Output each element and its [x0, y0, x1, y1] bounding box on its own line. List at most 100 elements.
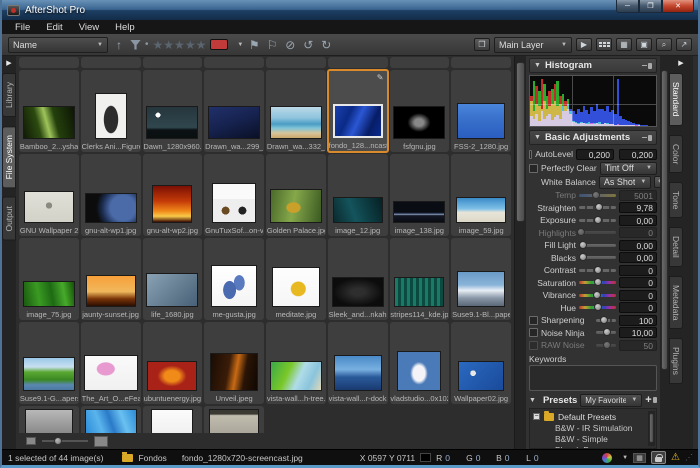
autolevel-value-2[interactable]: 0,200 — [619, 149, 657, 160]
thumbnail-cell[interactable]: Drawn_wa...299_.jpg — [204, 70, 264, 152]
collapse-right-panel-icon[interactable]: ▶ — [678, 59, 683, 67]
noise-ninja-checkbox[interactable] — [529, 328, 538, 337]
slider-knob[interactable] — [593, 291, 601, 299]
thumbnail-cell[interactable]: image_12.jpg — [328, 154, 388, 236]
thumbnail-cell[interactable]: gnu-alt-wp1.jpg — [81, 154, 141, 236]
preset-folder-row[interactable]: − Default Presets — [533, 411, 653, 423]
flag-reject-icon[interactable]: ⚐ — [265, 39, 279, 51]
thumbnail-cell[interactable]: vista-wall...h-tree.jpg — [266, 322, 326, 404]
thumbnail-cell[interactable]: Dawn_1280x960.jpg — [143, 70, 203, 152]
image-view-icon[interactable]: ▣ — [636, 38, 652, 51]
slider-knob[interactable] — [595, 203, 603, 211]
fullscreen-icon[interactable]: ↗ — [676, 38, 692, 51]
histogram-header[interactable]: ▼ Histogram — [529, 58, 657, 73]
presets-scrollbar-thumb[interactable] — [649, 413, 654, 443]
keywords-input[interactable] — [529, 365, 657, 391]
thumbnail-cell[interactable]: Clerks Ani...Figure.jpg — [81, 70, 141, 152]
browse-view-icon[interactable]: ▦ — [616, 38, 632, 51]
add-preset-button[interactable]: + — [645, 394, 651, 406]
browser-scrollbar-thumb[interactable] — [516, 62, 525, 222]
thumbnail-cell[interactable]: Drawn_wa...332_.jpg — [266, 70, 326, 152]
slider-knob[interactable] — [594, 303, 602, 311]
panel-scrollbar-thumb[interactable] — [661, 70, 668, 370]
thumbnail-cell[interactable] — [81, 406, 141, 433]
slideshow-icon[interactable]: ▶ — [576, 38, 592, 51]
fill-light-slider[interactable] — [579, 244, 616, 247]
thumbnail-cell[interactable]: image_138.jpg — [390, 154, 450, 236]
white-balance-dropdown[interactable]: As Shot ▼ — [599, 176, 651, 189]
label-color-swatch[interactable] — [210, 39, 228, 50]
noise-ninja-slider[interactable] — [596, 331, 616, 334]
thumbnail-view-icon[interactable] — [596, 38, 612, 51]
rotate-left-icon[interactable]: ↺ — [301, 39, 315, 51]
thumbnail-cell[interactable] — [204, 57, 264, 68]
dual-display-icon[interactable]: ▦ — [633, 453, 646, 463]
thumbnail-cell[interactable]: me-gusta.jpg — [204, 238, 264, 320]
saturation-slider[interactable] — [579, 281, 616, 284]
copy-settings-icon[interactable]: ❐ — [474, 38, 490, 51]
pin-icon[interactable] — [642, 62, 652, 70]
thumbnail-cell[interactable]: The_Art_O...eFear.jpg — [81, 322, 141, 404]
browser-scrollbar[interactable] — [514, 56, 526, 449]
thumbnail-cell[interactable] — [19, 406, 79, 433]
warning-icon[interactable]: ⚠ — [671, 452, 680, 463]
hue-value[interactable]: 0 — [619, 302, 657, 313]
sidebar-tab-file-system[interactable]: File System — [2, 126, 16, 188]
sharpening-checkbox[interactable] — [529, 316, 538, 325]
thumbnail-cell[interactable]: Sleek_and...nkahn.jpg — [328, 238, 388, 320]
slider-knob[interactable] — [594, 266, 602, 274]
rating-star-icon[interactable]: ★ — [153, 38, 164, 52]
saturation-value[interactable]: 0 — [619, 277, 657, 288]
menu-item-edit[interactable]: Edit — [39, 21, 69, 34]
color-management-icon[interactable] — [602, 453, 612, 463]
straighten-value[interactable]: 9,78 — [619, 202, 657, 213]
thumbnail-cell[interactable]: vladstudio...0x1024.jpg — [390, 322, 450, 404]
sharpening-slider[interactable] — [596, 319, 616, 322]
rating-star-icon[interactable]: ★ — [196, 38, 207, 52]
highlights-slider[interactable] — [579, 231, 616, 234]
noise-ninja-value[interactable]: 10,00 — [619, 327, 657, 338]
basic-adjustments-header[interactable]: ▼ Basic Adjustments — [529, 130, 657, 145]
chevron-down-icon[interactable]: ▼ — [622, 455, 628, 461]
preset-item[interactable]: B&W - IR Simulation — [533, 423, 653, 434]
thumbnail-cell[interactable]: ubuntuenergy.jpg — [143, 322, 203, 404]
collapse-triangle-icon[interactable]: ▼ — [534, 134, 541, 141]
thumbnail-cell[interactable] — [266, 57, 326, 68]
menu-item-help[interactable]: Help — [108, 21, 142, 34]
pin-icon[interactable] — [642, 134, 652, 142]
thumbnail-cell[interactable]: Unveil.jpeg — [204, 322, 264, 404]
maximize-button[interactable]: ❐ — [639, 0, 662, 13]
slider-knob[interactable] — [603, 341, 611, 349]
slider-knob[interactable] — [600, 316, 608, 324]
rating-star-icon[interactable]: ★ — [185, 38, 196, 52]
menu-item-file[interactable]: File — [8, 21, 37, 34]
sidebar-tab-output[interactable]: Output — [2, 197, 16, 241]
collapse-triangle-icon[interactable]: ▼ — [529, 397, 536, 404]
slider-knob[interactable] — [603, 328, 611, 336]
contrast-slider[interactable] — [579, 269, 616, 272]
slider-knob[interactable] — [577, 228, 585, 236]
menu-item-view[interactable]: View — [72, 21, 106, 34]
panel-tab-plugins[interactable]: Plugins — [669, 338, 683, 384]
sharpening-value[interactable]: 100 — [619, 315, 657, 326]
thumbnail-cell[interactable] — [451, 57, 511, 68]
rating-star-icon[interactable]: ★ — [174, 38, 185, 52]
thumbnail-cell[interactable]: Bamboo_2...ysha.jpg — [19, 70, 79, 152]
pin-icon[interactable] — [655, 396, 657, 404]
vibrance-slider[interactable] — [579, 294, 616, 297]
thumbnail-cell[interactable]: image_75.jpg — [19, 238, 79, 320]
panel-tab-metadata[interactable]: Metadata — [669, 276, 683, 329]
thumbnail-cell[interactable]: Suse9.1-Bl...papers.jpg — [451, 238, 511, 320]
tree-collapse-icon[interactable]: − — [533, 413, 540, 420]
collapse-left-panel-icon[interactable]: ▶ — [6, 59, 11, 67]
thumbnail-cell[interactable]: Suse9.1-G...apers.jpg — [19, 322, 79, 404]
straighten-slider[interactable] — [579, 206, 616, 209]
thumbnail-cell[interactable]: Golden Palace.jpg — [266, 154, 326, 236]
panel-tab-color[interactable]: Color — [669, 135, 683, 173]
lock-toggle[interactable] — [651, 451, 666, 464]
current-folder[interactable]: Fondos — [138, 453, 166, 463]
exposure-value[interactable]: 0,00 — [619, 215, 657, 226]
preset-item[interactable]: B&W - Simple — [533, 434, 653, 445]
thumbnail-cell[interactable] — [19, 57, 79, 68]
sidebar-tab-library[interactable]: Library — [2, 73, 16, 117]
